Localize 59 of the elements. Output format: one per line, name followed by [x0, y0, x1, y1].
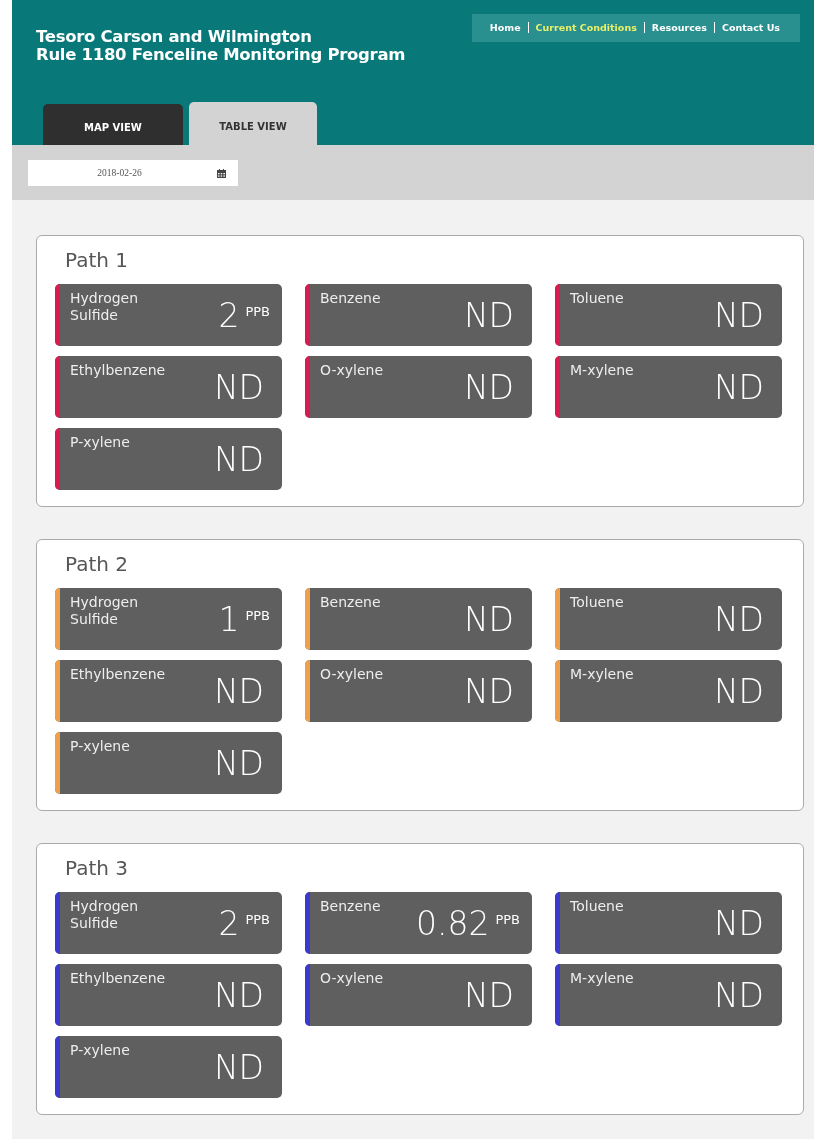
reading-value: ND [213, 975, 264, 1014]
view-tab[interactable]: TABLE VIEW [189, 102, 317, 145]
nav-link[interactable]: Contact Us [721, 22, 780, 33]
pollutant-name: M-xylene [569, 665, 634, 683]
nav-link[interactable]: Current Conditions [535, 22, 637, 33]
reading-unit: PPB [244, 607, 271, 623]
pollutant-name: Benzene [319, 593, 381, 611]
reading-value: ND [713, 671, 764, 710]
reading-value: ND [713, 367, 764, 406]
pollutant-name: P-xylene [69, 1041, 130, 1059]
pollutant-name: O-xylene [319, 969, 384, 987]
pollutant-name: Hydrogen Sulfide [69, 897, 140, 932]
path-title: Path 3 [64, 855, 130, 882]
reading-unit: PPB [244, 911, 271, 927]
reading-value: ND [713, 599, 764, 638]
site-title: Rule 1180 Fenceline Monitoring Program [36, 46, 406, 64]
reading-value: 1 [218, 599, 240, 638]
nav-link[interactable]: Home [489, 22, 521, 33]
reading-unit: PPB [494, 911, 521, 927]
pollutant-name: M-xylene [569, 969, 634, 987]
reading-unit: PPB [244, 303, 271, 319]
pollutant-name: Toluene [569, 289, 624, 307]
pollutant-name: O-xylene [319, 361, 384, 379]
nav-link[interactable]: Resources [651, 22, 707, 33]
reading-value: 2 [218, 295, 240, 334]
reading-value: ND [463, 367, 514, 406]
reading-value: ND [463, 671, 514, 710]
pollutant-name: Toluene [569, 593, 624, 611]
reading-value: ND [713, 295, 764, 334]
pollutant-name: Ethylbenzene [69, 969, 166, 987]
pollutant-name: P-xylene [69, 737, 130, 755]
reading-value: ND [213, 671, 264, 710]
reading-value: 0.82 [415, 903, 490, 942]
reading-value: ND [463, 295, 514, 334]
pollutant-name: Toluene [569, 897, 624, 915]
reading-value: ND [213, 1047, 264, 1086]
path-title: Path 2 [64, 551, 130, 578]
reading-value: ND [713, 975, 764, 1014]
pollutant-name: Hydrogen Sulfide [69, 289, 140, 324]
calendar-icon[interactable] [217, 168, 226, 178]
pollutant-name: Ethylbenzene [69, 361, 166, 379]
path-title: Path 1 [64, 247, 130, 274]
view-tab[interactable]: MAP VIEW [43, 104, 183, 145]
pollutant-name: P-xylene [69, 433, 130, 451]
reading-value: ND [213, 439, 264, 478]
reading-value: 2 [218, 903, 240, 942]
pollutant-name: Ethylbenzene [69, 665, 166, 683]
date-field[interactable]: 2018-02-26 [28, 160, 238, 186]
site-title: Tesoro Carson and Wilmington [36, 28, 313, 46]
reading-value: ND [213, 743, 264, 782]
pollutant-name: Hydrogen Sulfide [69, 593, 140, 628]
reading-value: ND [213, 367, 264, 406]
reading-value: ND [713, 903, 764, 942]
reading-value: ND [463, 975, 514, 1014]
pollutant-name: O-xylene [319, 665, 384, 683]
pollutant-name: Benzene [319, 289, 381, 307]
pollutant-name: M-xylene [569, 361, 634, 379]
pollutant-name: Benzene [319, 897, 381, 915]
reading-value: ND [463, 599, 514, 638]
